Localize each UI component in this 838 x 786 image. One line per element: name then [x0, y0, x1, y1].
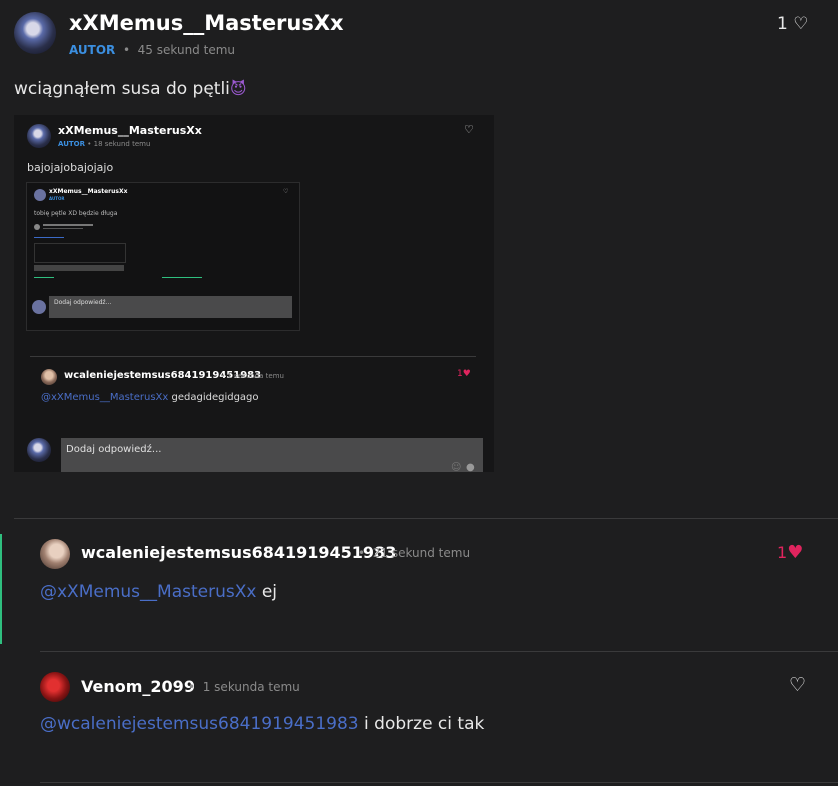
embedded-comment-likes: 1♥	[457, 369, 471, 379]
comments-divider	[14, 518, 838, 519]
embedded-meta: AUTOR • 18 sekund temu	[58, 140, 150, 148]
embedded-reply-box: Dodaj odpowiedź... ☺ ●	[61, 438, 483, 472]
post-author-name[interactable]: xXMemus__MasterusXx	[69, 11, 344, 35]
author-badge: AUTOR	[69, 43, 116, 57]
post-text: wciągnąłem susa do pętli😈	[14, 79, 247, 99]
heart-outline-icon: ♡	[283, 188, 289, 195]
heart-filled-icon: ♥	[462, 369, 471, 379]
thread-line	[0, 534, 2, 644]
reply-mention[interactable]: @wcaleniejestemsus6841919451983	[40, 714, 359, 734]
mini-line	[43, 228, 83, 229]
mini-line	[34, 277, 54, 278]
comment-like-count: 1	[777, 543, 788, 562]
post-text-body: wciągnąłem susa do pętli	[14, 79, 230, 99]
reply-body: i dobrze ci tak	[364, 714, 485, 734]
reply-divider	[40, 651, 838, 652]
emoji-icon: ☺	[451, 462, 462, 472]
comment-text: @xXMemus__MasterusXx ej	[40, 582, 277, 602]
comment-mention[interactable]: @xXMemus__MasterusXx	[40, 582, 256, 602]
nested-reply-avatar	[32, 300, 46, 314]
reply-time: 1 sekunda temu	[202, 680, 300, 694]
reply-author-name[interactable]: Venom_2099	[81, 677, 195, 696]
meta-dot: •	[358, 546, 369, 560]
heart-outline-icon: ♡	[464, 123, 474, 136]
heart-outline-icon: ♡	[793, 14, 809, 34]
post-like-button[interactable]: 1 ♡	[777, 14, 808, 34]
mini-line	[34, 237, 64, 238]
mini-avatar	[34, 224, 40, 230]
comment-like-button[interactable]: 1♥	[777, 542, 803, 563]
nested-mini-content	[34, 221, 290, 281]
embedded-reply-avatar	[27, 438, 51, 462]
meta-dot: •	[188, 680, 199, 694]
embedded-comment-avatar	[41, 369, 57, 385]
nested-avatar	[34, 189, 46, 201]
nested-text: tobię pętle XD będzie długa	[34, 210, 118, 217]
heart-outline-icon: ♡	[789, 674, 807, 696]
post-author-avatar[interactable]	[14, 12, 56, 54]
embedded-comment-mention: @xXMemus__MasterusXx	[41, 392, 169, 403]
devil-emoji-icon: 😈	[229, 79, 247, 98]
embedded-text: bajojajobajojajo	[27, 161, 114, 174]
reply-like-button[interactable]: ♡	[789, 674, 806, 696]
embedded-comment-time: 1 sekunda temu	[227, 372, 284, 380]
post-time: 45 sekund temu	[137, 43, 235, 57]
nested-reply-placeholder: Dodaj odpowiedź...	[54, 299, 112, 306]
post-meta: AUTOR • 45 sekund temu	[69, 43, 235, 57]
post-like-count: 1	[777, 14, 788, 34]
post-image[interactable]: xXMemus__MasterusXx AUTOR • 18 sekund te…	[14, 115, 494, 472]
embedded-time: 18 sekund temu	[93, 140, 151, 148]
embedded-avatar	[27, 124, 51, 148]
embedded-divider	[30, 356, 476, 357]
comment-time: 21 sekund temu	[372, 546, 471, 560]
comment-body: ej	[261, 582, 278, 602]
embedded-comment-meta: • 1 sekunda temu	[221, 372, 284, 380]
nested-reply-box: Dodaj odpowiedź...	[49, 296, 292, 318]
send-icon: ●	[466, 462, 475, 472]
reply-author-avatar[interactable]	[40, 672, 70, 702]
mini-box	[34, 243, 126, 263]
embedded-comment-body: gedagidegidgago	[171, 392, 259, 403]
mini-line	[162, 277, 202, 278]
meta-dot: •	[119, 43, 134, 57]
embedded-reply-placeholder: Dodaj odpowiedź...	[66, 444, 162, 455]
reply-meta: • 1 sekunda temu	[188, 680, 300, 694]
comment-meta: • 21 sekund temu	[358, 546, 470, 560]
comment-author-avatar[interactable]	[40, 539, 70, 569]
nested-badge: AUTOR	[49, 196, 65, 201]
embedded-badge: AUTOR	[58, 140, 86, 148]
nested-author-name: xXMemus__MasterusXx	[49, 188, 128, 195]
mini-line	[43, 224, 93, 226]
embedded-author-name: xXMemus__MasterusXx	[58, 124, 202, 137]
embedded-comment-text: @xXMemus__MasterusXx gedagidegidgago	[41, 392, 259, 403]
nested-image: xXMemus__MasterusXx AUTOR ♡ tobię pętle …	[26, 182, 300, 331]
bottom-divider	[40, 782, 838, 783]
reply-text: @wcaleniejestemsus6841919451983 i dobrze…	[40, 714, 484, 734]
mini-reply	[34, 265, 124, 271]
heart-filled-icon: ♥	[787, 542, 804, 563]
comment-author-name[interactable]: wcaleniejestemsus6841919451983	[81, 543, 396, 562]
